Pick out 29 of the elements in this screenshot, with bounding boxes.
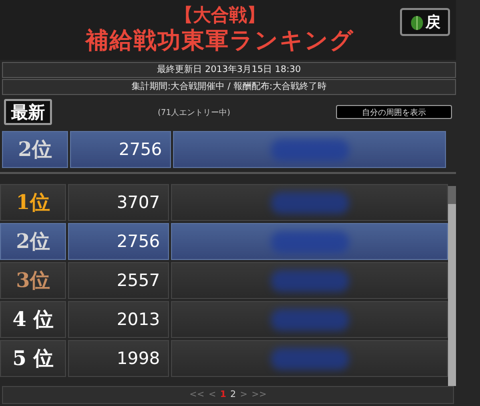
score-cell: 2557 (68, 262, 169, 299)
scrollbar[interactable] (448, 186, 456, 386)
score-cell: 2756 (68, 223, 169, 260)
rank-cell: 2位 (2, 131, 68, 168)
score-cell: 2013 (68, 301, 169, 338)
ranking-row[interactable]: 4 位 2013 (0, 301, 448, 338)
page-link[interactable]: 2 (230, 390, 236, 400)
title-top: 【大合戦】 (175, 5, 265, 27)
leaf-icon (410, 13, 424, 31)
score-cell: 2756 (70, 131, 171, 168)
ranking-row[interactable]: 5 位 1998 (0, 340, 448, 377)
ranking-row[interactable]: 1位 3707 (0, 184, 448, 221)
score-cell: 3707 (68, 184, 169, 221)
ranking-row[interactable]: 2位 2756 (2, 131, 446, 168)
rank-cell: 4 位 (0, 301, 66, 338)
score-cell: 1998 (68, 340, 169, 377)
rank-cell: 3位 (0, 262, 66, 299)
entry-count: (71人エントリー中) (156, 106, 232, 118)
page-title: 補給戦功東軍ランキング (86, 27, 354, 55)
rank-cell: 1位 (0, 184, 66, 221)
period-info: 集計期間:大合戦開催中 / 報酬配布:大合戦終了時 (2, 79, 456, 95)
rank-cell: 2位 (0, 223, 66, 260)
last-updated: 最終更新日 2013年3月15日 18:30 (2, 62, 456, 78)
latest-button[interactable]: 最新 (4, 99, 52, 125)
around-me-button[interactable]: 自分の周囲を表示 (336, 105, 452, 119)
ranking-row[interactable]: 2位 2756 (0, 223, 448, 260)
rank-cell: 5 位 (0, 340, 66, 377)
ranking-row[interactable]: 3位 2557 (0, 262, 448, 299)
back-button[interactable]: 戻 (400, 8, 450, 36)
